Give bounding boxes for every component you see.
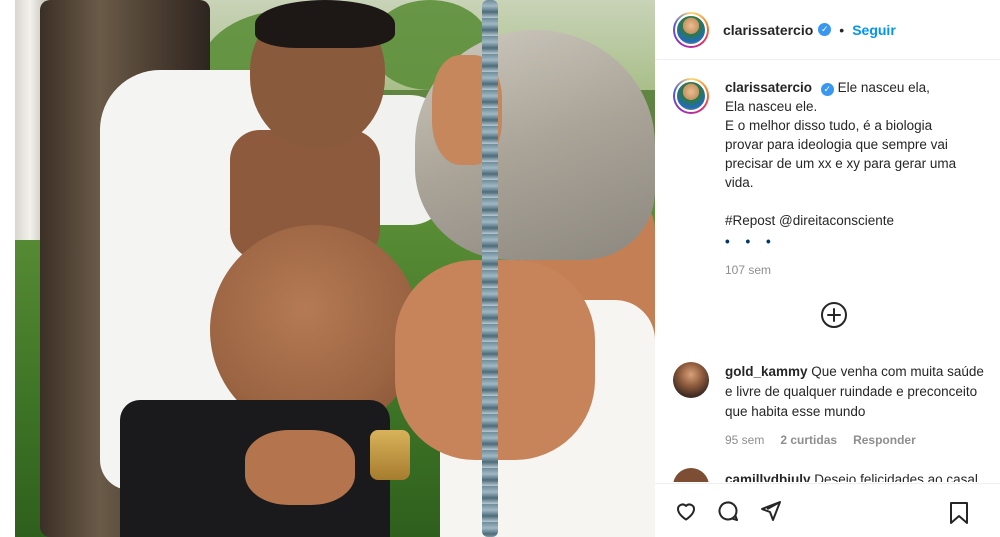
- post-side-panel: clarissatercio ✓ • Seguir clarissatercio…: [655, 0, 1000, 537]
- comment-username[interactable]: gold_kammy: [725, 364, 808, 379]
- comment-item: camillydbiuly Desejo felicidades ao casa…: [673, 468, 993, 482]
- share-icon[interactable]: [757, 498, 783, 524]
- gold-bracelet: [370, 430, 410, 480]
- post-header: clarissatercio ✓ • Seguir: [655, 0, 1000, 60]
- post-action-bar: [655, 483, 1000, 537]
- verified-badge-icon: ✓: [820, 83, 834, 96]
- bookmark-icon[interactable]: [946, 500, 972, 526]
- caption-line: Ele nasceu ela,: [837, 80, 930, 95]
- comment-icon[interactable]: [715, 498, 741, 524]
- comment-meta: 95 sem 2 curtidas Responder: [725, 430, 993, 450]
- post-photo[interactable]: [0, 0, 655, 537]
- caption-line: Ela nasceu ele.: [725, 99, 818, 114]
- comment-text: Desejo felicidades ao casal: [814, 472, 978, 482]
- post-timestamp[interactable]: 107 sem: [725, 261, 956, 280]
- post-caption: clarissatercio ✓ Ele nasceu ela, Ela nas…: [673, 78, 993, 280]
- author-username[interactable]: clarissatercio: [723, 22, 813, 38]
- reply-button[interactable]: Responder: [853, 430, 916, 450]
- commenter-avatar[interactable]: [673, 362, 709, 398]
- photo-edge: [0, 0, 15, 537]
- comment-likes[interactable]: 2 curtidas: [780, 430, 837, 450]
- verified-badge-icon: ✓: [818, 23, 832, 36]
- commenter-avatar[interactable]: [673, 468, 709, 482]
- author-avatar[interactable]: [673, 11, 709, 48]
- comment-username[interactable]: camillydbiuly: [725, 472, 811, 482]
- swing-chain: [482, 0, 498, 537]
- caption-author-avatar[interactable]: [673, 78, 709, 114]
- heart-icon[interactable]: [673, 498, 699, 524]
- joined-hands: [245, 430, 355, 505]
- caption-hashtags[interactable]: #Repost @direitaconsciente: [725, 211, 956, 230]
- comment-time[interactable]: 95 sem: [725, 430, 764, 450]
- caption-line: E o melhor disso tudo, é a biologia: [725, 118, 933, 133]
- caption-line: precisar de um xx e xy para gerar uma: [725, 156, 957, 171]
- separator-dot: •: [839, 21, 845, 38]
- follow-button[interactable]: Seguir: [852, 22, 896, 38]
- comment-item: gold_kammy Que venha com muita saúde e l…: [673, 362, 993, 450]
- load-more-comments-icon[interactable]: [821, 302, 847, 328]
- caption-more[interactable]: • • •: [725, 232, 956, 251]
- caption-line: vida.: [725, 175, 754, 190]
- caption-line: provar para ideologia que sempre vai: [725, 137, 948, 152]
- caption-username[interactable]: clarissatercio: [725, 80, 812, 95]
- man-hair: [255, 0, 395, 48]
